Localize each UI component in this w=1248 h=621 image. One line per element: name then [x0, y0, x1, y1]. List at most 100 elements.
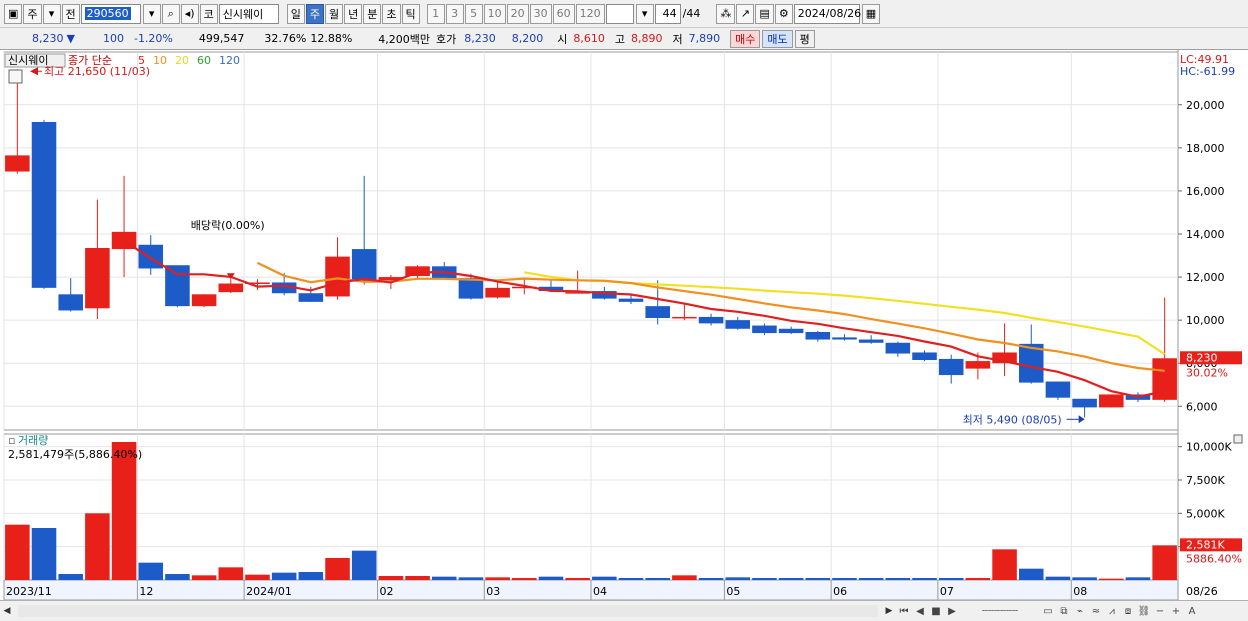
volume-bar [592, 576, 617, 580]
stock-code-toggle[interactable]: 코 [199, 3, 218, 24]
current-pct-tag: 30.02% [1186, 366, 1228, 379]
volume-bar [1018, 568, 1044, 580]
interval-20[interactable]: 20 [506, 3, 529, 24]
price-tick-label: 18,000 [1186, 142, 1225, 155]
scroll-left-icon[interactable]: ◀ [0, 604, 14, 618]
rate-1: 32.76% [264, 32, 307, 45]
jump-start-icon[interactable]: ⏮ [896, 603, 912, 619]
max-price-label: 최고 21,650 (11/03) [44, 65, 150, 78]
draw-tool-icon[interactable]: ↗ [736, 3, 755, 24]
date-tick-label: 02 [380, 585, 394, 598]
speaker-icon[interactable]: ◂) [180, 3, 199, 24]
last-date-label: 08/26 [1186, 585, 1218, 598]
interval-3[interactable]: 3 [445, 3, 464, 24]
volume-bar [1125, 577, 1151, 580]
tab-week[interactable]: 주 [305, 3, 325, 24]
volume-bar [405, 576, 430, 580]
play-forward-icon[interactable]: ▶ [944, 603, 960, 619]
low-price: 7,890 [688, 32, 721, 45]
volume-bar [725, 577, 751, 580]
sell-button[interactable]: 매도 [762, 29, 793, 48]
legend-ma-period: 120 [219, 54, 240, 67]
candle-body [672, 316, 697, 319]
candle-body [618, 298, 644, 302]
calendar-small-icon [8, 69, 23, 84]
volume-bar [1099, 578, 1124, 580]
calendar-icon[interactable]: ▦ [861, 3, 881, 24]
zoom-out-icon[interactable]: − [1152, 603, 1168, 619]
chart-area[interactable]: 6,0008,00010,00012,00014,00016,00018,000… [0, 50, 1248, 600]
save-icon[interactable]: ▤ [755, 3, 774, 24]
interval-120[interactable]: 120 [575, 3, 605, 24]
volume-bar [325, 558, 350, 580]
period-dropdown-icon[interactable]: ▾ [42, 3, 61, 24]
search-icon[interactable]: ⌕ [161, 3, 180, 24]
bid-price: 8,200 [511, 32, 544, 45]
count-input[interactable]: 44 [654, 3, 681, 24]
pattern-icon[interactable]: ≈ [1088, 603, 1104, 619]
interval-5[interactable]: 5 [464, 3, 483, 24]
high-label: 고 [614, 32, 626, 46]
split-icon[interactable]: ⧉ [1056, 603, 1072, 619]
volume-bar [645, 578, 670, 580]
price-tick-label: 10,000 [1186, 314, 1225, 327]
zoom-slider-icon[interactable]: ┄┄┄┄┄┄ [960, 603, 1040, 619]
interval-dropdown-icon[interactable]: ▾ [635, 3, 654, 24]
candle-body [31, 122, 57, 288]
tab-minute[interactable]: 분 [363, 3, 382, 24]
tab-month[interactable]: 월 [325, 3, 344, 24]
candle-body [1099, 394, 1124, 408]
interval-60[interactable]: 60 [552, 3, 575, 24]
candle-body [912, 352, 937, 360]
zoom-in-icon[interactable]: + [1168, 603, 1184, 619]
tab-second[interactable]: 초 [382, 3, 401, 24]
interval-1[interactable]: 1 [426, 3, 445, 24]
window-icon[interactable]: ▣ [4, 3, 23, 24]
compare-icon[interactable]: ⁂ [716, 3, 736, 24]
tab-day[interactable]: 일 [286, 3, 305, 24]
code-dropdown-icon[interactable]: ▾ [142, 3, 161, 24]
scroll-track[interactable] [18, 605, 878, 617]
eval-button[interactable]: 평 [794, 29, 815, 48]
tab-year[interactable]: 년 [344, 3, 363, 24]
candle-body [858, 339, 884, 343]
volume-bar [298, 572, 324, 580]
stop-icon[interactable]: ■ [928, 603, 944, 619]
trend-icon[interactable]: ⩘ [1104, 603, 1120, 619]
volume-bar [672, 575, 697, 580]
candle-body [5, 155, 30, 172]
font-size-icon[interactable]: A [1184, 603, 1200, 619]
date-tick-label: 03 [486, 585, 500, 598]
period-select[interactable]: 주 [23, 3, 42, 24]
layout-icon[interactable]: ▭ [1040, 603, 1056, 619]
candle-body [752, 325, 777, 334]
stock-name-label: 신시웨이 [8, 54, 48, 67]
gear-icon[interactable]: ⚙ [774, 3, 793, 24]
price-volume-chart[interactable]: 6,0008,00010,00012,00014,00016,00018,000… [0, 50, 1248, 600]
volume-bar [245, 574, 270, 580]
interval-30[interactable]: 30 [529, 3, 552, 24]
export-icon[interactable]: ⧈ [1120, 603, 1136, 619]
date-input[interactable]: 2024/08/26 [793, 3, 861, 24]
stock-name-field[interactable]: 신시웨이 [218, 3, 279, 24]
interval-custom-input[interactable] [605, 3, 634, 24]
min-price-label: 최저 5,490 (08/05) [963, 413, 1062, 426]
buy-button[interactable]: 매수 [730, 29, 761, 48]
candle-body [832, 337, 857, 340]
prev-button[interactable]: 전 [61, 3, 80, 24]
link-icon[interactable]: ⛓ [1136, 603, 1152, 619]
volume-bar [965, 578, 991, 580]
candle-body [938, 358, 964, 376]
scroll-right-icon[interactable]: ▶ [882, 604, 896, 618]
dividend-label: 배당락(0.00%) [191, 219, 265, 232]
count-value: 44 [662, 7, 677, 20]
tab-tick[interactable]: 틱 [401, 3, 420, 24]
price-tick-label: 6,000 [1186, 400, 1218, 413]
volume-bar [698, 578, 724, 580]
indicator-icon[interactable]: ⌁ [1072, 603, 1088, 619]
volume-bar [85, 513, 110, 580]
stock-code-input[interactable]: 290560 [80, 3, 141, 24]
interval-10[interactable]: 10 [483, 3, 506, 24]
volume-bar [938, 578, 964, 580]
play-back-icon[interactable]: ◀ [912, 603, 928, 619]
